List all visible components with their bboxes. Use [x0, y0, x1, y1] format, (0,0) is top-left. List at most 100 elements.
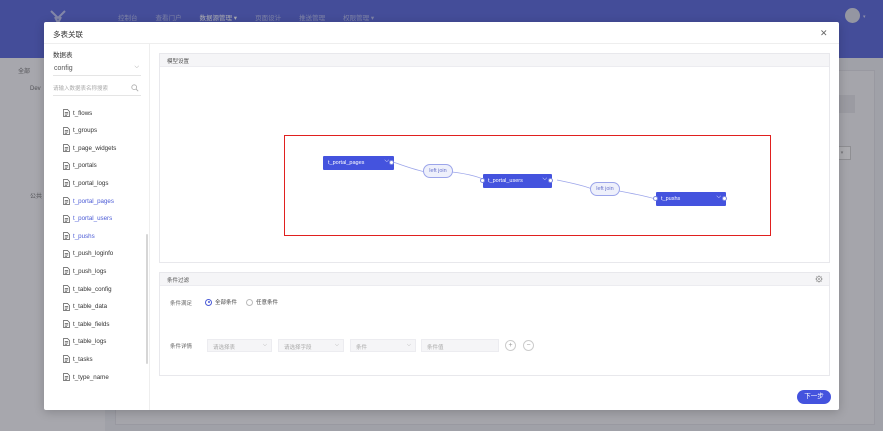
table-list-item[interactable]: t_push_logs: [63, 264, 106, 278]
join-link: [618, 190, 656, 200]
table-icon: [63, 249, 70, 258]
table-list-item[interactable]: t_type_name: [63, 370, 109, 384]
select-placeholder: 请选择表: [213, 345, 236, 351]
table-name: t_portals: [73, 162, 97, 170]
condition-filter-section: 条件过滤 条件满足 全部条件 任意条件 条件详情 请选择表 ⌵ 请选择字段 ⌵ …: [159, 272, 830, 376]
table-name: t_portal_logs: [73, 179, 109, 187]
table-list-item[interactable]: t_table_logs: [63, 335, 106, 349]
table-list-item[interactable]: t_tasks: [63, 352, 93, 366]
chevron-down-icon: ⌵: [334, 342, 339, 348]
gear-icon[interactable]: [815, 275, 823, 283]
table-icon: [63, 373, 70, 381]
radio-label: 任意条件: [256, 300, 279, 306]
dialog-title: 多表关联: [53, 30, 83, 39]
remove-condition-button[interactable]: −: [523, 340, 534, 351]
table-list-item[interactable]: t_table_config: [63, 282, 112, 296]
join-type-button[interactable]: left join: [590, 182, 620, 196]
table-list-item[interactable]: t_portal_users: [63, 212, 112, 226]
table-icon: [63, 267, 70, 276]
join-links: [392, 161, 656, 200]
chevron-down-icon: ⌵: [134, 64, 139, 70]
table-name: t_push_logs: [73, 267, 107, 275]
node-port[interactable]: [653, 195, 658, 201]
table-name: t_table_fields: [73, 320, 110, 328]
chevron-down-icon[interactable]: ⌵: [542, 176, 547, 183]
search-icon[interactable]: [131, 84, 139, 92]
table-icon: [63, 320, 70, 329]
input-placeholder: 条件值: [427, 345, 444, 351]
table-list-item[interactable]: t_table_fields: [63, 317, 109, 331]
node-label: t_pushs: [661, 196, 681, 202]
select-condition[interactable]: 条件 ⌵: [350, 339, 416, 352]
table-name: t_portal_pages: [73, 197, 114, 205]
join-link: [556, 179, 593, 190]
join-link: [392, 161, 427, 173]
radio-label: 全部条件: [215, 300, 238, 306]
table-icon: [63, 144, 70, 153]
table-list-item[interactable]: t_page_widgets: [63, 141, 116, 155]
table-list-item[interactable]: t_push_loginfo: [63, 247, 113, 261]
table-icon: [63, 355, 70, 364]
table-icon: [63, 197, 70, 205]
detail-label: 条件详情: [170, 344, 193, 350]
table-name: t_type_name: [73, 373, 109, 381]
next-button[interactable]: 下一步: [797, 390, 831, 404]
table-icon: [63, 337, 70, 346]
table-list-item[interactable]: t_portals: [63, 159, 97, 173]
table-name: t_pushs: [73, 232, 95, 240]
table-list-panel: 数据表 config ⌵ t_flows t_groups t_page_widge…: [44, 44, 150, 410]
model-settings-section: 模型设置 t_portal_pages ⌵ left join t_portal…: [159, 53, 830, 263]
table-name: t_push_loginfo: [73, 250, 114, 258]
scrollbar[interactable]: [146, 234, 148, 364]
table-icon: [63, 109, 70, 117]
chevron-down-icon: ⌵: [406, 342, 411, 348]
database-select[interactable]: config ⌵: [53, 62, 141, 76]
node-label: t_portal_users: [488, 178, 523, 184]
node-port[interactable]: [548, 177, 553, 183]
table-name: t_flows: [73, 109, 93, 117]
table-name: t_table_logs: [73, 338, 107, 346]
table-name: t_portal_users: [73, 215, 113, 223]
join-type-button[interactable]: left join: [423, 164, 453, 178]
table-icon: [63, 302, 70, 311]
dialog-header: 多表关联 ✕: [44, 22, 839, 44]
radio-any-condition[interactable]: 任意条件: [246, 298, 278, 306]
join-node-table[interactable]: t_portal_pages ⌵: [323, 156, 394, 170]
table-list-item[interactable]: t_groups: [63, 124, 97, 138]
table-list-item[interactable]: t_table_data: [63, 300, 107, 314]
table-name: t_groups: [73, 127, 98, 135]
chevron-down-icon: ⌵: [262, 342, 267, 348]
table-icon: [63, 126, 70, 135]
table-icon: [63, 285, 70, 293]
add-condition-button[interactable]: +: [505, 340, 516, 351]
table-list: t_flows t_groups t_page_widgets t_portals t_…: [44, 102, 148, 402]
table-name: t_tasks: [73, 355, 93, 363]
node-port[interactable]: [389, 159, 394, 165]
table-icon: [63, 214, 70, 223]
match-label: 条件满足: [170, 301, 193, 307]
chevron-down-icon[interactable]: ⌵: [716, 194, 721, 201]
select-field[interactable]: 请选择字段 ⌵: [278, 339, 344, 352]
table-name: t_page_widgets: [73, 144, 117, 152]
join-node-table[interactable]: t_portal_users ⌵: [483, 174, 552, 188]
table-icon: [63, 161, 70, 170]
radio-all-conditions[interactable]: 全部条件: [205, 298, 237, 306]
table-icon: [63, 179, 70, 188]
section-title: 条件过滤: [167, 278, 190, 284]
table-list-item[interactable]: t_flows: [63, 106, 92, 120]
select-placeholder: 条件: [356, 345, 368, 351]
panel-title: 数据表: [53, 52, 73, 59]
table-search-input[interactable]: [53, 83, 127, 95]
table-list-item[interactable]: t_pushs: [63, 229, 95, 243]
table-name: t_table_data: [73, 303, 108, 311]
node-label: t_portal_pages: [328, 160, 365, 166]
select-placeholder: 请选择字段: [284, 345, 312, 351]
node-port[interactable]: [722, 195, 727, 201]
table-list-item[interactable]: t_portal_pages: [63, 194, 114, 208]
condition-value-input[interactable]: 条件值: [421, 339, 499, 352]
close-icon[interactable]: ✕: [820, 28, 828, 39]
select-table[interactable]: 请选择表 ⌵: [207, 339, 272, 352]
join-node-table[interactable]: t_pushs ⌵: [656, 192, 726, 206]
node-port[interactable]: [480, 177, 485, 183]
table-list-item[interactable]: t_portal_logs: [63, 176, 108, 190]
